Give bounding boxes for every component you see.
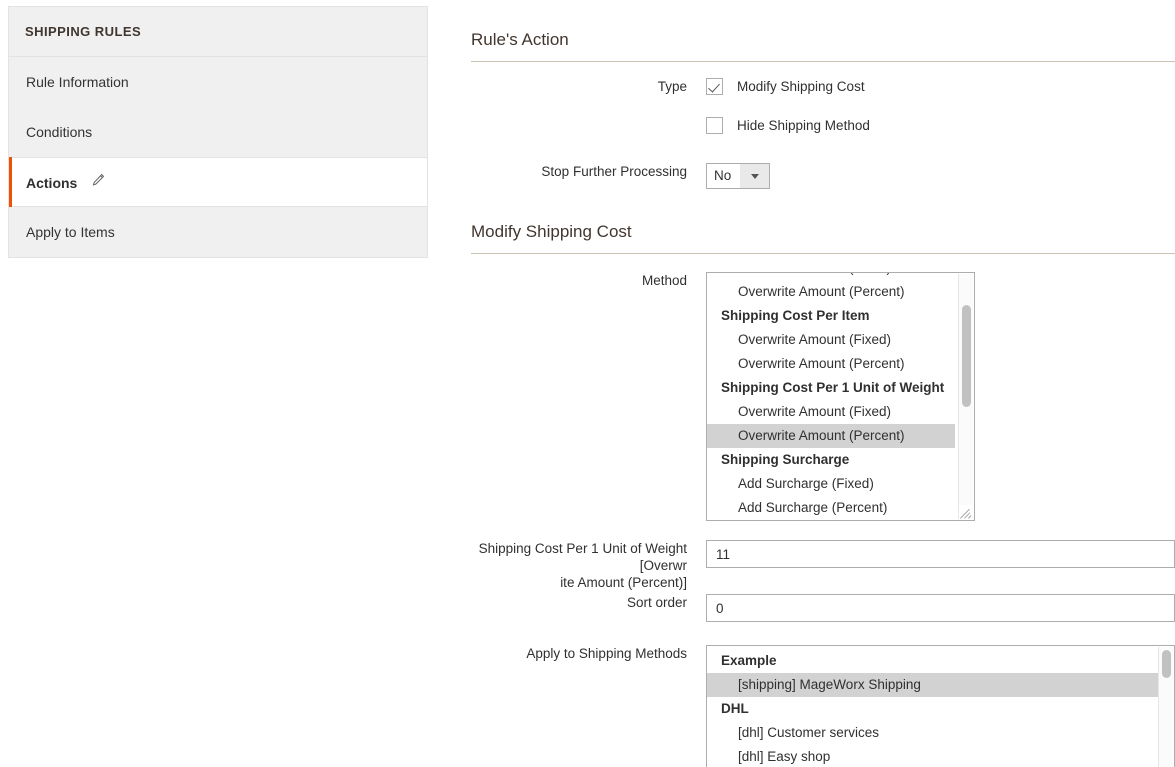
sidebar-item-apply-to-items[interactable]: Apply to Items xyxy=(9,207,427,257)
stop-further-processing-label: Stop Further Processing xyxy=(471,163,706,180)
scrollbar-thumb[interactable] xyxy=(962,305,971,407)
sort-order-label: Sort order xyxy=(471,594,706,611)
stop-further-processing-row: Stop Further Processing No xyxy=(471,163,1175,189)
method-option[interactable]: Overwrite Amount (Fixed) xyxy=(707,328,974,352)
type-field-row: Type Modify Shipping Cost xyxy=(471,78,1175,95)
shipping-method-optgroup: Example xyxy=(707,649,1174,673)
checkbox-modify-shipping-cost-label[interactable]: Modify Shipping Cost xyxy=(737,79,865,94)
sidebar-title: SHIPPING RULES xyxy=(9,7,427,57)
pencil-icon xyxy=(91,158,106,208)
apply-to-shipping-methods-row: Apply to Shipping Methods Example [shipp… xyxy=(471,645,1175,767)
sidebar-item-actions[interactable]: Actions xyxy=(9,157,427,207)
main-content: Rule's Action Type Modify Shipping Cost … xyxy=(471,0,1175,767)
section-divider xyxy=(471,253,1175,254)
amount-field-row: Shipping Cost Per 1 Unit of Weight [Over… xyxy=(471,540,1175,591)
stop-further-processing-select[interactable]: No xyxy=(706,163,770,189)
sort-order-row: Sort order xyxy=(471,594,1175,622)
sidebar-item-label: Conditions xyxy=(26,124,92,140)
apply-to-shipping-methods-options: Example [shipping] MageWorx Shipping DHL… xyxy=(707,649,1174,767)
scrollbar-thumb[interactable] xyxy=(1162,650,1171,678)
apply-to-shipping-methods-scrollbar[interactable] xyxy=(1158,647,1173,767)
chevron-down-icon xyxy=(740,164,769,188)
checkbox-hide-shipping-method-row: Hide Shipping Method xyxy=(706,117,1175,134)
method-option[interactable]: Overwrite Amount (Fixed) xyxy=(707,272,974,280)
resize-handle-icon[interactable] xyxy=(959,505,973,519)
apply-to-shipping-methods-label: Apply to Shipping Methods xyxy=(471,645,706,662)
amount-input[interactable] xyxy=(706,540,1175,568)
hide-shipping-method-row: Hide Shipping Method xyxy=(471,117,1175,134)
method-listbox[interactable]: Overwrite Amount (Fixed) Overwrite Amoun… xyxy=(706,272,975,521)
sidebar-item-label: Rule Information xyxy=(26,74,129,90)
method-listbox-scrollbar[interactable] xyxy=(958,274,973,519)
method-option[interactable]: Overwrite Amount (Percent) xyxy=(707,352,974,376)
method-field-row: Method Overwrite Amount (Fixed) Overwrit… xyxy=(471,272,1175,521)
method-optgroup: Shipping Cost Per 1 Unit of Weight xyxy=(707,376,974,400)
checkbox-modify-shipping-cost-row: Modify Shipping Cost xyxy=(706,78,1175,95)
method-option[interactable]: Overwrite Amount (Percent) xyxy=(707,280,974,304)
shipping-method-option[interactable]: [dhl] Customer services xyxy=(707,721,1174,745)
section-divider xyxy=(471,61,1175,62)
modify-shipping-cost-heading: Modify Shipping Cost xyxy=(471,222,1175,253)
method-option[interactable]: Overwrite Amount (Fixed) xyxy=(707,400,974,424)
checkbox-hide-shipping-method[interactable] xyxy=(706,117,723,134)
rules-action-section: Rule's Action xyxy=(471,30,1175,62)
method-option[interactable]: Add Surcharge (Fixed) xyxy=(707,472,974,496)
checkbox-hide-shipping-method-label[interactable]: Hide Shipping Method xyxy=(737,118,870,133)
stop-further-processing-value: No xyxy=(707,164,740,188)
method-option-selected[interactable]: Overwrite Amount (Percent) xyxy=(706,424,955,448)
checkbox-modify-shipping-cost[interactable] xyxy=(706,78,723,95)
method-optgroup: Shipping Cost Per Item xyxy=(707,304,974,328)
type-label: Type xyxy=(471,78,706,95)
apply-to-shipping-methods-listbox[interactable]: Example [shipping] MageWorx Shipping DHL… xyxy=(706,645,1175,767)
sidebar-item-conditions[interactable]: Conditions xyxy=(9,107,427,157)
sidebar-item-label: Actions xyxy=(26,175,77,191)
amount-field-label: Shipping Cost Per 1 Unit of Weight [Over… xyxy=(471,540,706,591)
sidebar-item-rule-information[interactable]: Rule Information xyxy=(9,57,427,107)
shipping-rule-actions-page: SHIPPING RULES Rule Information Conditio… xyxy=(0,0,1175,767)
sort-order-input[interactable] xyxy=(706,594,1175,622)
sidebar-item-label: Apply to Items xyxy=(26,224,115,240)
method-optgroup: Shipping Surcharge xyxy=(707,448,974,472)
modify-shipping-cost-section: Modify Shipping Cost xyxy=(471,222,1175,254)
rules-action-heading: Rule's Action xyxy=(471,30,1175,61)
shipping-method-optgroup: DHL xyxy=(707,697,1174,721)
method-label: Method xyxy=(471,272,706,289)
method-option[interactable]: Add Surcharge (Percent) xyxy=(707,496,974,520)
shipping-method-option-selected[interactable]: [shipping] MageWorx Shipping xyxy=(707,673,1158,697)
method-listbox-options: Overwrite Amount (Fixed) Overwrite Amoun… xyxy=(707,272,974,520)
shipping-rules-sidebar: SHIPPING RULES Rule Information Conditio… xyxy=(8,6,428,258)
shipping-method-option[interactable]: [dhl] Easy shop xyxy=(707,745,1174,767)
